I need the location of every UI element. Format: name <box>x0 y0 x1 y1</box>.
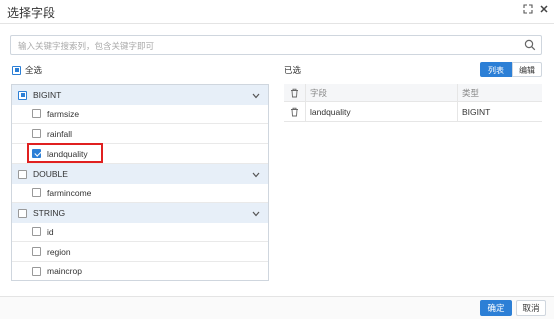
field-row[interactable]: farmsize <box>12 104 268 124</box>
field-checkbox[interactable] <box>32 109 41 118</box>
group-label: DOUBLE <box>33 169 68 179</box>
select-all[interactable]: 全选 <box>12 64 42 76</box>
trash-icon[interactable] <box>284 102 306 121</box>
group-label: STRING <box>33 208 66 218</box>
field-label: id <box>47 226 54 237</box>
dialog-title: 选择字段 <box>7 6 56 20</box>
dialog-footer: 确定 取消 <box>0 296 554 319</box>
field-checkbox[interactable] <box>32 266 41 276</box>
trash-icon[interactable] <box>284 84 306 101</box>
select-all-checkbox[interactable] <box>12 65 21 75</box>
table-header: 字段 类型 <box>284 84 542 102</box>
table-cell-type: BIGINT <box>462 106 491 117</box>
table-cell-field: landquality <box>306 102 458 121</box>
field-label: rainfall <box>47 128 73 139</box>
group-header-double[interactable]: DOUBLE <box>12 164 268 184</box>
confirm-button[interactable]: 确定 <box>480 300 512 316</box>
field-checkbox[interactable] <box>32 129 41 138</box>
view-tabs: 列表 编辑 <box>480 62 542 77</box>
field-tree: BIGINT farmsize rainfall landquality DOU… <box>11 84 269 281</box>
tab-list[interactable]: 列表 <box>480 62 512 77</box>
field-row[interactable]: farmincome <box>12 183 268 203</box>
column-header-field: 字段 <box>306 84 458 101</box>
cancel-button[interactable]: 取消 <box>516 300 546 316</box>
field-label: region <box>47 246 71 257</box>
chevron-down-icon[interactable] <box>252 170 260 178</box>
field-checkbox[interactable] <box>32 188 41 197</box>
table-row: landquality BIGINT <box>284 102 542 122</box>
field-label: farmsize <box>47 108 80 119</box>
highlight-box <box>27 143 103 163</box>
group-header-string[interactable]: STRING <box>12 203 268 223</box>
field-row[interactable]: region <box>12 242 268 262</box>
selected-label: 已选 <box>284 65 302 75</box>
field-checkbox[interactable] <box>32 227 41 236</box>
column-header-type: 类型 <box>462 87 480 98</box>
group-checkbox[interactable] <box>18 169 27 179</box>
group-header-bigint[interactable]: BIGINT <box>12 85 268 105</box>
group-checkbox[interactable] <box>18 208 27 218</box>
field-row[interactable]: rainfall <box>12 124 268 144</box>
field-label: farmincome <box>47 187 92 198</box>
search-icon[interactable] <box>524 39 536 51</box>
chevron-down-icon[interactable] <box>252 91 260 99</box>
search-input[interactable] <box>18 39 518 52</box>
field-label: maincrop <box>47 266 82 276</box>
group-label: BIGINT <box>33 90 62 100</box>
tab-edit[interactable]: 编辑 <box>512 62 542 77</box>
field-row[interactable]: maincrop <box>12 261 268 281</box>
search-box <box>10 35 542 55</box>
select-all-label: 全选 <box>25 65 43 75</box>
dialog-titlebar: 选择字段 <box>0 0 554 24</box>
maximize-icon[interactable] <box>522 4 534 18</box>
group-checkbox[interactable] <box>18 90 27 100</box>
field-row[interactable]: id <box>12 222 268 242</box>
close-icon[interactable] <box>538 4 550 18</box>
field-checkbox[interactable] <box>32 247 41 256</box>
chevron-down-icon[interactable] <box>252 209 260 217</box>
